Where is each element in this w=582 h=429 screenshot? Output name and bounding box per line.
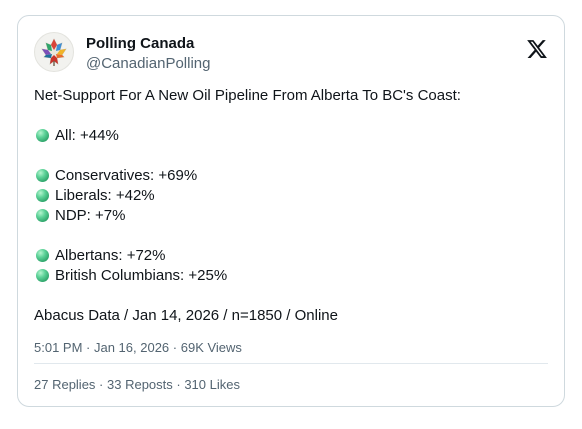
author-avatar[interactable] — [34, 32, 74, 72]
green-circle-icon — [36, 269, 49, 282]
tweet-text: Net-Support For A New Oil Pipeline From … — [34, 86, 548, 326]
stat-text: Liberals: +42% — [55, 187, 155, 204]
green-circle-icon — [36, 129, 49, 142]
stat-text: Albertans: +72% — [55, 247, 166, 264]
likes-count[interactable]: 310 Likes — [184, 377, 240, 392]
tweet-date[interactable]: Jan 16, 2026 — [94, 340, 169, 355]
tweet-source: Abacus Data / Jan 14, 2026 / n=1850 / On… — [34, 307, 338, 324]
replies-count[interactable]: 27 Replies — [34, 377, 95, 392]
tweet-header: Polling Canada @CanadianPolling — [34, 32, 548, 76]
maple-leaf-logo-icon — [41, 38, 67, 66]
view-count[interactable]: 69K Views — [181, 340, 242, 355]
stat-line: British Columbians: +25% — [34, 266, 548, 286]
stat-text: Conservatives: +69% — [55, 167, 198, 184]
green-circle-icon — [36, 249, 49, 262]
stat-text: NDP: +7% — [55, 207, 126, 224]
stat-line: Albertans: +72% — [34, 246, 548, 266]
stat-line: All: +44% — [34, 126, 548, 146]
green-circle-icon — [36, 169, 49, 182]
x-logo-icon[interactable] — [526, 38, 548, 60]
tweet-card[interactable]: Polling Canada @CanadianPolling Net-Supp… — [17, 15, 565, 407]
stat-line: Liberals: +42% — [34, 186, 548, 206]
divider — [34, 363, 548, 364]
tweet-time[interactable]: 5:01 PM — [34, 340, 82, 355]
green-circle-icon — [36, 209, 49, 222]
reposts-count[interactable]: 33 Reposts — [107, 377, 173, 392]
engagement-stats: 27 Replies · 33 Reposts · 310 Likes — [34, 377, 240, 392]
author-name[interactable]: Polling Canada — [86, 35, 194, 52]
tweet-headline: Net-Support For A New Oil Pipeline From … — [34, 87, 461, 104]
stat-text: British Columbians: +25% — [55, 267, 228, 284]
author-handle[interactable]: @CanadianPolling — [86, 55, 210, 72]
stat-line: NDP: +7% — [34, 206, 548, 226]
green-circle-icon — [36, 189, 49, 202]
stat-line: Conservatives: +69% — [34, 166, 548, 186]
tweet-timestamp[interactable]: 5:01 PM · Jan 16, 2026 · 69K Views — [34, 340, 242, 355]
stat-text: All: +44% — [55, 127, 119, 144]
